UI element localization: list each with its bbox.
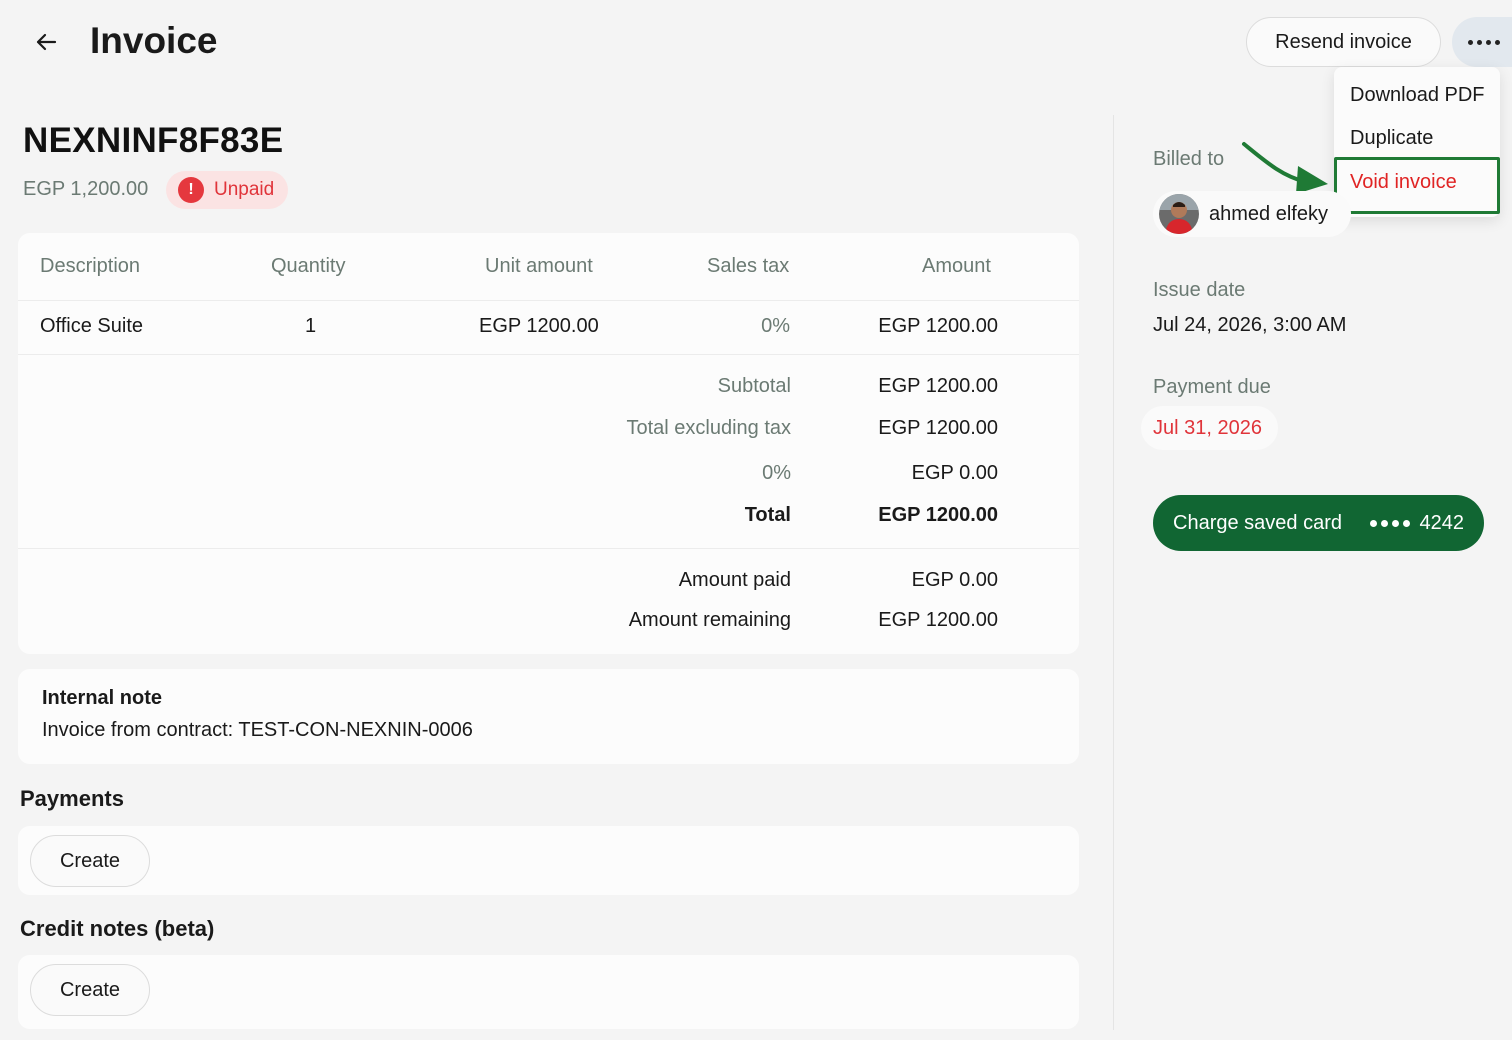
total-excluding-tax-label: Total excluding tax [626,417,791,439]
customer-name: ahmed elfeky [1209,202,1328,225]
column-header-description: Description [40,255,141,277]
divider [18,354,1079,355]
more-dots-icon [1486,39,1491,45]
invoice-number: NEXNINF8F83E [23,121,284,160]
row-amount: EGP 1200.00 [878,315,998,337]
more-dots-icon [1477,39,1482,45]
row-quantity: 1 [305,315,317,337]
sidebar-divider [1113,115,1114,1030]
charge-saved-card-label: Charge saved card [1173,511,1342,534]
card-mask: 4242 [1369,511,1465,535]
payment-due-label: Payment due [1153,376,1271,398]
payments-card: Create [18,826,1079,895]
amount-paid-label: Amount paid [678,569,791,591]
subtotal-value: EGP 1200.00 [878,375,998,397]
avatar [1159,194,1199,234]
resend-invoice-button[interactable]: Resend invoice [1246,17,1441,67]
issue-date-value: Jul 24, 2026, 3:00 AM [1153,314,1347,336]
arrow-left-icon [36,33,57,51]
row-sales-tax: 0% [761,315,790,337]
column-header-quantity: Quantity [271,255,346,277]
menu-item-duplicate[interactable]: Duplicate [1350,127,1433,150]
card-dot-icon [1369,519,1377,527]
amount-paid-value: EGP 0.00 [911,569,998,591]
more-actions-button[interactable] [1452,17,1512,67]
menu-item-download-pdf[interactable]: Download PDF [1350,84,1485,107]
internal-note-title: Internal note [42,687,163,709]
column-header-unit-amount: Unit amount [485,255,593,277]
card-last4: 4242 [1419,511,1465,534]
issue-date-label: Issue date [1153,279,1246,301]
avatar-photo-icon [1159,194,1199,234]
internal-note-card: Internal note Invoice from contract: TES… [18,669,1079,764]
customer-chip[interactable]: ahmed elfeky [1153,191,1351,237]
charge-saved-card-button[interactable]: Charge saved card 4242 [1153,495,1484,551]
void-invoice-highlight-box [1334,157,1500,214]
total-label: Total [744,504,791,526]
amount-remaining-value: EGP 1200.00 [878,609,998,631]
divider [18,300,1079,301]
create-credit-note-button[interactable]: Create [30,964,150,1016]
column-header-amount: Amount [922,255,991,277]
tax-label: 0% [762,462,791,484]
total-excluding-tax-value: EGP 1200.00 [878,417,998,439]
alert-icon: ! [178,177,204,203]
back-button[interactable] [28,26,64,58]
status-label: Unpaid [214,179,275,200]
payments-title: Payments [20,786,124,811]
tax-value: EGP 0.00 [911,462,998,484]
row-description: Office Suite [40,315,144,337]
subtotal-label: Subtotal [717,375,791,397]
total-value: EGP 1200.00 [878,504,998,526]
line-items-card: Description Quantity Unit amount Sales t… [18,233,1079,654]
credit-notes-card: Create [18,955,1079,1029]
more-dots-icon [1468,39,1473,45]
create-payment-button[interactable]: Create [30,835,150,887]
card-dot-icon [1380,519,1388,527]
payment-due-value: Jul 31, 2026 [1141,406,1278,450]
card-dot-icon [1391,519,1399,527]
page-title: Invoice [90,20,218,61]
card-dot-icon [1402,519,1410,527]
more-dots-icon [1495,39,1500,45]
amount-remaining-label: Amount remaining [628,609,791,631]
row-unit-amount: EGP 1200.00 [479,315,599,337]
status-badge: ! Unpaid [166,171,289,209]
divider [18,548,1079,549]
annotation-arrow-icon [1242,142,1328,194]
internal-note-text: Invoice from contract: TEST-CON-NEXNIN-0… [42,719,473,741]
credit-notes-title: Credit notes (beta) [20,916,215,941]
invoice-amount: EGP 1,200.00 [23,178,149,200]
billed-to-label: Billed to [1153,148,1225,170]
column-header-sales-tax: Sales tax [707,255,790,277]
